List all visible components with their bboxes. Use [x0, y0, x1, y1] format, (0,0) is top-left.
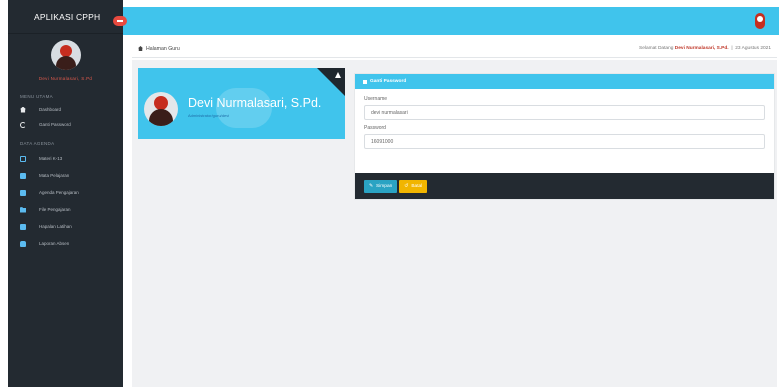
sidebar-item-hapalan-latihan[interactable]: Hapalan Latihan: [8, 218, 123, 235]
folder-icon: [20, 207, 26, 213]
user-menu-icon[interactable]: [755, 13, 765, 29]
app-frame: APLIKASI CPPH Devi Nurmalasari, S.Pd MEN…: [0, 0, 779, 387]
sidebar-item-label: Ganti Password: [39, 122, 71, 127]
home-icon: [138, 46, 143, 51]
refresh-icon: [20, 121, 26, 128]
sidebar-item-label: File Pengajaran: [39, 207, 71, 212]
sidebar-item-label: Hapalan Latihan: [39, 224, 72, 229]
book-icon: [20, 172, 26, 179]
sidebar-item-dashboard[interactable]: Dashboard: [8, 102, 123, 117]
current-date: 23 Agustus 2021: [735, 46, 771, 51]
sidebar-item-label: Agenda Pengajaran: [39, 190, 79, 195]
home-icon: [20, 106, 26, 113]
username-field[interactable]: devi nurmalasari: [364, 105, 765, 120]
calendar-icon: [20, 189, 26, 196]
section-label-data-agenda: DATA AGENDA: [20, 141, 55, 146]
breadcrumb: Halaman Guru Selamat Datang Devi Nurmala…: [132, 40, 777, 58]
edit-icon: ✎: [369, 183, 374, 189]
welcome-user-name: Devi Nurmalasari, S.Pd.: [674, 46, 729, 51]
card-corner: [317, 68, 345, 96]
profile-card: Devi Nurmalasari, S.Pd. Administrator/gu…: [138, 68, 345, 139]
menu-toggle-icon[interactable]: [113, 16, 127, 26]
sidebar-item-ganti-password[interactable]: Ganti Password: [8, 117, 123, 132]
change-password-card: Ganti Password Username devi nurmalasari…: [354, 73, 775, 200]
avatar: [50, 40, 81, 70]
sidebar-item-label: Dashboard: [39, 107, 62, 112]
main-content: Devi Nurmalasari, S.Pd. Administrator/gu…: [132, 60, 777, 387]
sidebar-item-file-pengajaran[interactable]: File Pengajaran: [8, 201, 123, 218]
sidebar-item-label: Materi K-13: [39, 156, 63, 161]
profile-role: Administrator/guru/devi: [188, 113, 230, 118]
form-body: Username devi nurmalasari Password 16091…: [355, 89, 774, 149]
sidebar-item-laporan-absen[interactable]: Laporan Absen: [8, 235, 123, 252]
password-field[interactable]: 16091000: [364, 134, 765, 149]
sidebar: APLIKASI CPPH Devi Nurmalasari, S.Pd MEN…: [8, 0, 123, 387]
reset-icon: ↺: [404, 183, 409, 189]
section-label-menu-utama: MENU UTAMA: [20, 94, 53, 99]
sidebar-item-agenda-pengajaran[interactable]: Agenda Pengajaran: [8, 184, 123, 201]
avatar: [144, 92, 178, 126]
breadcrumb-label: Halaman Guru: [146, 45, 180, 52]
calendar-icon: [20, 223, 26, 230]
profile-name: Devi Nurmalasari, S.Pd.: [188, 96, 322, 110]
app-title: APLIKASI CPPH: [8, 0, 123, 34]
sidebar-item-materi[interactable]: Materi K-13: [8, 150, 123, 167]
car-icon: [20, 240, 26, 247]
welcome-prefix: Selamat Datang: [639, 46, 674, 51]
topbar: [113, 7, 779, 35]
password-label: Password: [364, 125, 386, 131]
save-button[interactable]: ✎ Simpan: [364, 179, 398, 193]
cancel-button[interactable]: ↺ Batal: [399, 179, 428, 193]
card-footer: ✎ Simpan ↺ Batal: [355, 173, 774, 199]
card-header: Ganti Password: [355, 74, 774, 89]
checkbox-icon: [363, 79, 367, 84]
breadcrumb-item[interactable]: Halaman Guru: [138, 46, 180, 52]
card-title: Ganti Password: [370, 79, 407, 84]
sidebar-item-label: Laporan Absen: [39, 241, 70, 246]
welcome-text: Selamat Datang Devi Nurmalasari, S.Pd. |…: [639, 46, 771, 51]
username-label: Username: [364, 96, 388, 102]
folder-icon: [20, 155, 26, 162]
sidebar-item-label: Mata Pelajaran: [39, 173, 70, 178]
sidebar-item-mata-pelajaran[interactable]: Mata Pelajaran: [8, 167, 123, 184]
sidebar-user-name: Devi Nurmalasari, S.Pd: [38, 76, 93, 81]
sidebar-user: Devi Nurmalasari, S.Pd: [8, 34, 123, 86]
